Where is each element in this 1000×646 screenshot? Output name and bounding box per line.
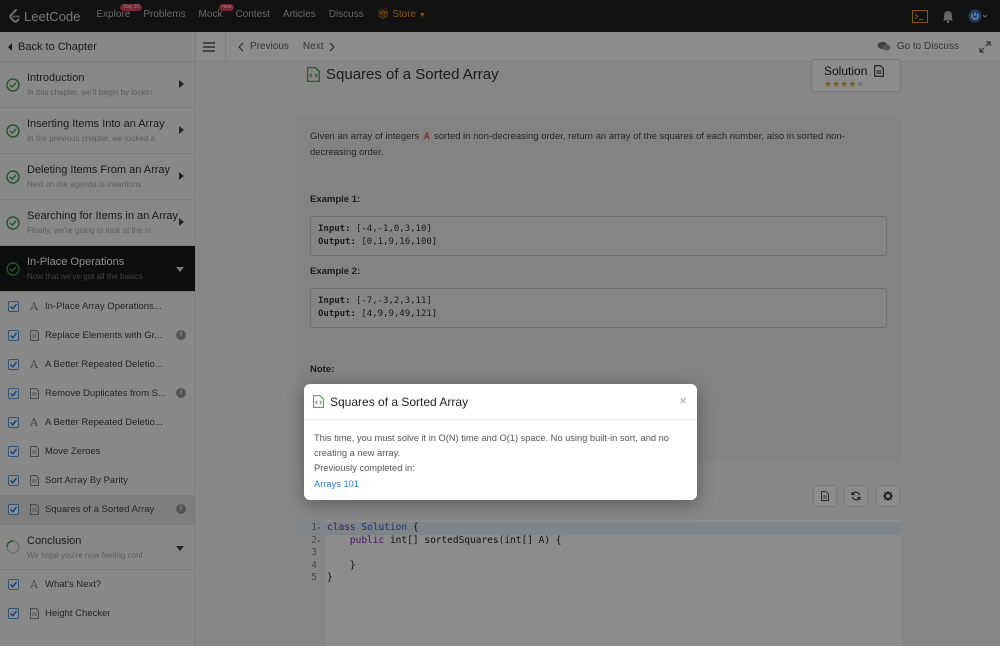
close-icon[interactable]: ×: [679, 393, 687, 408]
arrays-101-link[interactable]: Arrays 101: [314, 477, 687, 492]
modal-backdrop[interactable]: [0, 0, 1000, 646]
modal-text: This time, you must solve it in O(N) tim…: [314, 433, 669, 458]
modal-body: This time, you must solve it in O(N) tim…: [304, 420, 697, 492]
modal-title: Squares of a Sorted Array: [330, 394, 469, 409]
requirement-modal: Squares of a Sorted Array × This time, y…: [304, 384, 697, 500]
previously-completed-label: Previously completed in:: [314, 463, 415, 473]
modal-header: Squares of a Sorted Array: [304, 384, 697, 420]
code-file-icon: [313, 395, 324, 408]
